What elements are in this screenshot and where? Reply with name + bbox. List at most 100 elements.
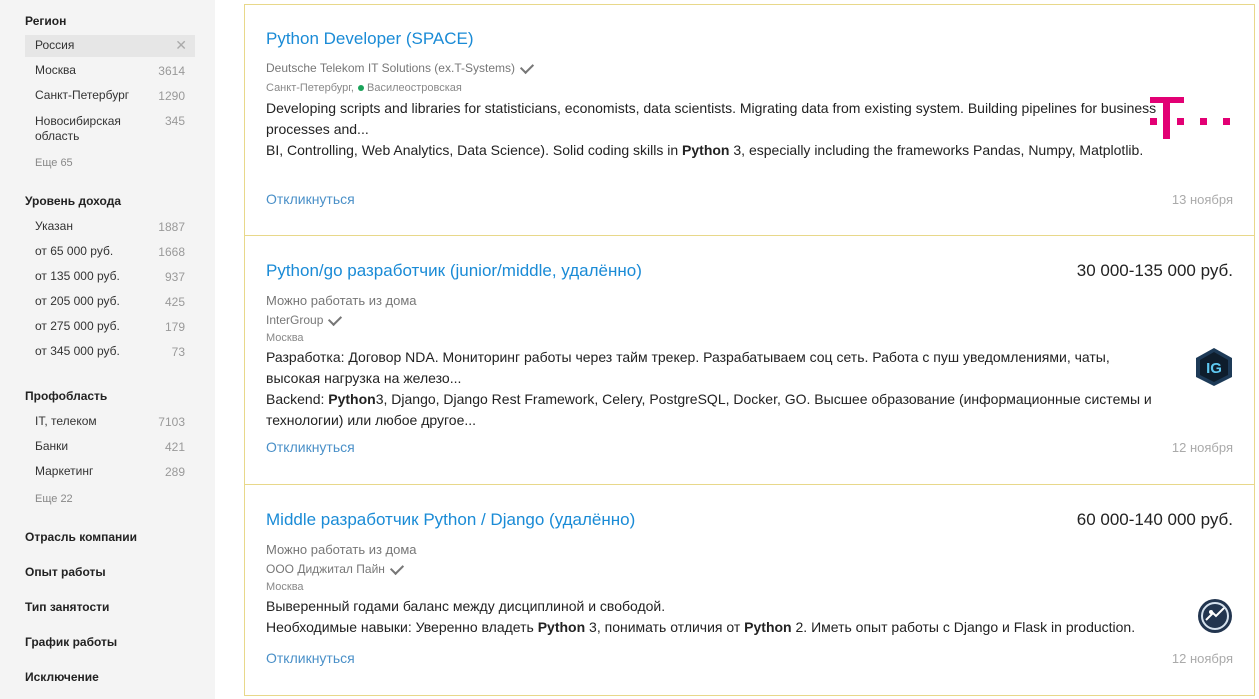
snippet-requirement: Backend: Python3, Django, Django Rest Fr… — [266, 389, 1166, 431]
respond-button[interactable]: Откликнуться — [266, 650, 355, 666]
filter-label: Банки — [35, 439, 69, 453]
vacancy-date: 12 ноября — [1171, 651, 1233, 666]
company-name: Deutsche Telekom IT Solutions (ex.T-Syst… — [266, 61, 515, 75]
filter-label: от 345 000 руб. — [35, 344, 120, 358]
filter-label: от 65 000 руб. — [35, 244, 114, 258]
filter-label: от 135 000 руб. — [35, 269, 120, 283]
snippet-requirement: Необходимые навыки: Уверенно владеть Pyt… — [266, 617, 1166, 638]
filter-profarea-banks[interactable]: Банки 421 — [25, 436, 195, 458]
filter-label: от 205 000 руб. — [35, 294, 120, 308]
verified-check-icon — [328, 312, 343, 327]
snippet-highlight: Python — [537, 619, 586, 635]
filter-count: 425 — [164, 295, 185, 309]
filter-profarea-it[interactable]: IT, телеком 7103 — [25, 411, 195, 433]
company-logo[interactable]: IG — [1194, 347, 1234, 387]
city: Москва — [266, 332, 304, 344]
snippet-requirement: BI, Controlling, Web Analytics, Data Sci… — [266, 140, 1166, 161]
vacancy-card: Middle разработчик Python / Django (удал… — [244, 484, 1255, 696]
filter-employment-toggle[interactable]: Тип занятости — [25, 600, 109, 614]
filter-count: 3614 — [158, 64, 185, 78]
filter-count: 421 — [164, 440, 185, 454]
vacancy-title-link[interactable]: Python/go разработчик (junior/middle, уд… — [266, 261, 642, 281]
vacancy-snippet: Developing scripts and libraries for sta… — [266, 98, 1166, 161]
filters-sidebar: Регион Россия ✕ Москва 3614 Санкт-Петерб… — [0, 0, 215, 699]
profarea-more-link[interactable]: Еще 22 — [35, 493, 73, 505]
profarea-title: Профобласть — [25, 389, 108, 403]
filter-count: 1290 — [158, 89, 185, 103]
filter-income-135000[interactable]: от 135 000 руб. 937 — [25, 266, 195, 288]
vacancy-title-link[interactable]: Python Developer (SPACE) — [266, 29, 474, 49]
filter-count: 1887 — [158, 220, 185, 234]
filter-count: 289 — [164, 465, 185, 479]
vacancy-snippet: Разработка: Договор NDA. Мониторинг рабо… — [266, 347, 1166, 431]
snippet-responsibility: Выверенный годами баланс между дисциплин… — [266, 598, 666, 614]
filter-region-spb[interactable]: Санкт-Петербург 1290 — [25, 85, 195, 107]
filter-exclusion-toggle[interactable]: Исключение — [25, 670, 99, 684]
filter-count: 73 — [171, 345, 185, 359]
city: Санкт-Петербург, — [266, 82, 354, 94]
income-title: Уровень дохода — [25, 194, 122, 208]
respond-button[interactable]: Откликнуться — [266, 439, 355, 455]
filter-label: Москва — [35, 63, 76, 77]
snippet-text: 2. Иметь опыт работы с Django и Flask in… — [791, 619, 1136, 635]
filter-income-345000[interactable]: от 345 000 руб. 73 — [25, 341, 195, 363]
vacancy-card: Python Developer (SPACE) Deutsche Teleko… — [244, 4, 1255, 236]
company-link[interactable]: ООО Диджитал Пайн — [266, 561, 404, 576]
filter-experience-toggle[interactable]: Опыт работы — [25, 565, 106, 579]
company-name: ООО Диджитал Пайн — [266, 562, 385, 576]
filter-industry-toggle[interactable]: Отрасль компании — [25, 530, 137, 544]
filter-income-specified[interactable]: Указан 1887 — [25, 216, 195, 238]
filter-label: от 275 000 руб. — [35, 319, 120, 333]
vacancy-card: Python/go разработчик (junior/middle, уд… — [244, 235, 1255, 485]
vacancy-salary: 30 000-135 000 руб. — [1076, 261, 1233, 280]
vacancy-salary: 60 000-140 000 руб. — [1076, 510, 1233, 529]
vacancy-snippet: Выверенный годами баланс между дисциплин… — [266, 596, 1166, 638]
verified-check-icon — [389, 561, 404, 576]
snippet-text: BI, Controlling, Web Analytics, Data Sci… — [266, 142, 683, 158]
filter-schedule-toggle[interactable]: График работы — [25, 635, 117, 649]
company-link[interactable]: InterGroup — [266, 312, 343, 327]
vacancy-date: 13 ноября — [1171, 192, 1233, 207]
filter-profarea-marketing[interactable]: Маркетинг 289 — [25, 461, 195, 483]
snippet-responsibility: Разработка: Договор NDA. Мониторинг рабо… — [266, 349, 1110, 386]
snippet-highlight: Python — [682, 142, 730, 158]
filter-income-65000[interactable]: от 65 000 руб. 1668 — [25, 241, 195, 263]
vacancy-location: Санкт-Петербург, Василеостровская — [266, 82, 462, 94]
snippet-responsibility: Developing scripts and libraries for sta… — [266, 100, 1157, 137]
filter-label: Указан — [35, 219, 73, 233]
filter-income-275000[interactable]: от 275 000 руб. 179 — [25, 316, 195, 338]
region-more-link[interactable]: Еще 65 — [35, 157, 73, 169]
metro-station: Василеостровская — [366, 82, 462, 94]
metro-icon — [357, 84, 364, 91]
filter-count: 179 — [164, 320, 185, 334]
remote-work-label: Можно работать из дома — [266, 542, 417, 557]
filter-count: 7103 — [158, 415, 185, 429]
snippet-text: 3, especially including the frameworks P… — [729, 142, 1144, 158]
filter-region-moscow[interactable]: Москва 3614 — [25, 60, 195, 82]
filter-count: 937 — [164, 270, 185, 284]
company-logo[interactable] — [1197, 598, 1233, 634]
snippet-text: 3, Django, Django Rest Framework, Celery… — [266, 391, 1152, 428]
snippet-text: 3, понимать отличия от — [585, 619, 745, 635]
filter-label: Россия — [35, 38, 75, 52]
clear-filter-icon[interactable]: ✕ — [175, 38, 187, 52]
filter-region-novosibirsk[interactable]: Новосибирская область 345 — [25, 110, 195, 146]
filter-region-russia[interactable]: Россия ✕ — [25, 35, 195, 57]
filter-label: Маркетинг — [35, 464, 94, 478]
logo-text: IG — [1206, 360, 1222, 377]
filter-label: IT, телеком — [35, 414, 97, 428]
remote-work-label: Можно работать из дома — [266, 293, 417, 308]
city: Москва — [266, 581, 304, 593]
vacancy-title-link[interactable]: Middle разработчик Python / Django (удал… — [266, 510, 635, 530]
respond-button[interactable]: Откликнуться — [266, 191, 355, 207]
snippet-text: Backend: — [266, 391, 329, 407]
filter-count: 345 — [164, 114, 185, 128]
filter-label: Санкт-Петербург — [35, 88, 130, 102]
company-logo[interactable] — [1150, 97, 1234, 141]
company-link[interactable]: Deutsche Telekom IT Solutions (ex.T-Syst… — [266, 60, 535, 75]
verified-check-icon — [519, 60, 535, 75]
vacancy-date: 12 ноября — [1171, 440, 1233, 455]
filter-income-205000[interactable]: от 205 000 руб. 425 — [25, 291, 195, 313]
region-title: Регион — [25, 14, 67, 28]
filter-count: 1668 — [158, 245, 185, 259]
